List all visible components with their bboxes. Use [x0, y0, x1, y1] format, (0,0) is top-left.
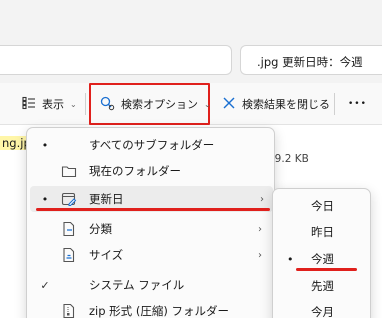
close-icon	[222, 96, 236, 113]
menu-item-kind[interactable]: 分類 ›	[27, 216, 274, 242]
submenu-item-label: 今月	[311, 305, 334, 318]
menu-item-zip-folders[interactable]: zip 形式 (圧縮) フォルダー	[27, 298, 274, 318]
menu-item-label: システム ファイル	[89, 278, 185, 292]
selected-dot-icon: •	[41, 192, 49, 206]
menu-item-all-subfolders[interactable]: • すべてのサブフォルダー	[27, 132, 274, 158]
search-query[interactable]: .jpg 更新日時：今週	[257, 54, 363, 70]
chevron-right-icon: ›	[260, 193, 264, 205]
search-options-icon	[99, 95, 115, 114]
annotation-underline	[296, 268, 357, 271]
view-button[interactable]: 表示 ⌄	[22, 89, 77, 119]
menu-item-size[interactable]: サイズ ›	[27, 242, 274, 268]
submenu-item-this-month[interactable]: 今月	[273, 299, 370, 318]
menu-item-label: 分類	[89, 222, 112, 236]
search-options-button[interactable]: 検索オプション ⌄	[89, 83, 211, 125]
submenu-item-today[interactable]: 今日	[273, 193, 370, 219]
menu-item-current-folder[interactable]: 現在のフォルダー	[27, 158, 274, 184]
document-icon	[61, 221, 77, 237]
chevron-down-icon: ⌄	[70, 99, 77, 109]
menu-item-label: すべてのサブフォルダー	[89, 138, 215, 152]
submenu-item-label: 今週	[311, 252, 334, 266]
submenu-item-last-week[interactable]: 先週	[273, 273, 370, 299]
submenu-item-yesterday[interactable]: 昨日	[273, 219, 370, 245]
view-button-label: 表示	[42, 98, 64, 111]
chevron-right-icon: ›	[258, 223, 262, 235]
menu-item-label: サイズ	[89, 248, 124, 262]
folder-icon	[61, 163, 77, 179]
search-options-menu: • すべてのサブフォルダー 現在のフォルダー • 更新日 › 分類 › サイズ …	[26, 127, 275, 318]
close-search-button[interactable]: 検索結果を閉じる	[222, 89, 330, 119]
search-options-label: 検索オプション	[121, 98, 198, 111]
selected-dot-icon: •	[287, 252, 294, 266]
more-options-button[interactable]: •••	[348, 89, 367, 119]
title-bar: .jpg 更新日時：今週	[0, 0, 382, 83]
calendar-edit-icon	[61, 191, 77, 207]
zip-folder-icon	[61, 303, 77, 318]
chevron-down-icon: ⌄	[204, 99, 211, 109]
view-list-icon	[22, 96, 36, 113]
close-search-label: 検索結果を閉じる	[242, 98, 330, 111]
toolbar-divider	[334, 93, 335, 115]
command-bar: 表示 ⌄ 検索オプション ⌄ 検索結果を閉じる •••	[0, 83, 382, 125]
date-modified-submenu: 今日 昨日 • 今週 先週 今月	[272, 188, 371, 318]
chevron-right-icon: ›	[258, 249, 262, 261]
menu-item-label: zip 形式 (圧縮) フォルダー	[89, 304, 229, 318]
more-icon: •••	[348, 99, 367, 109]
menu-item-label: 更新日	[89, 192, 124, 206]
submenu-item-label: 昨日	[311, 225, 334, 239]
address-bar[interactable]	[0, 45, 232, 75]
menu-item-system-files[interactable]: ✓ システム ファイル	[27, 272, 274, 298]
checkmark-icon: ✓	[40, 278, 50, 292]
submenu-item-label: 今日	[311, 199, 334, 213]
annotation-underline	[36, 208, 270, 211]
search-box[interactable]: .jpg 更新日時：今週	[240, 45, 382, 75]
menu-item-label: 現在のフォルダー	[89, 164, 181, 178]
toolbar-divider	[85, 93, 86, 115]
submenu-item-label: 先週	[311, 279, 334, 293]
selected-dot-icon: •	[41, 138, 49, 152]
size-icon	[61, 247, 77, 263]
